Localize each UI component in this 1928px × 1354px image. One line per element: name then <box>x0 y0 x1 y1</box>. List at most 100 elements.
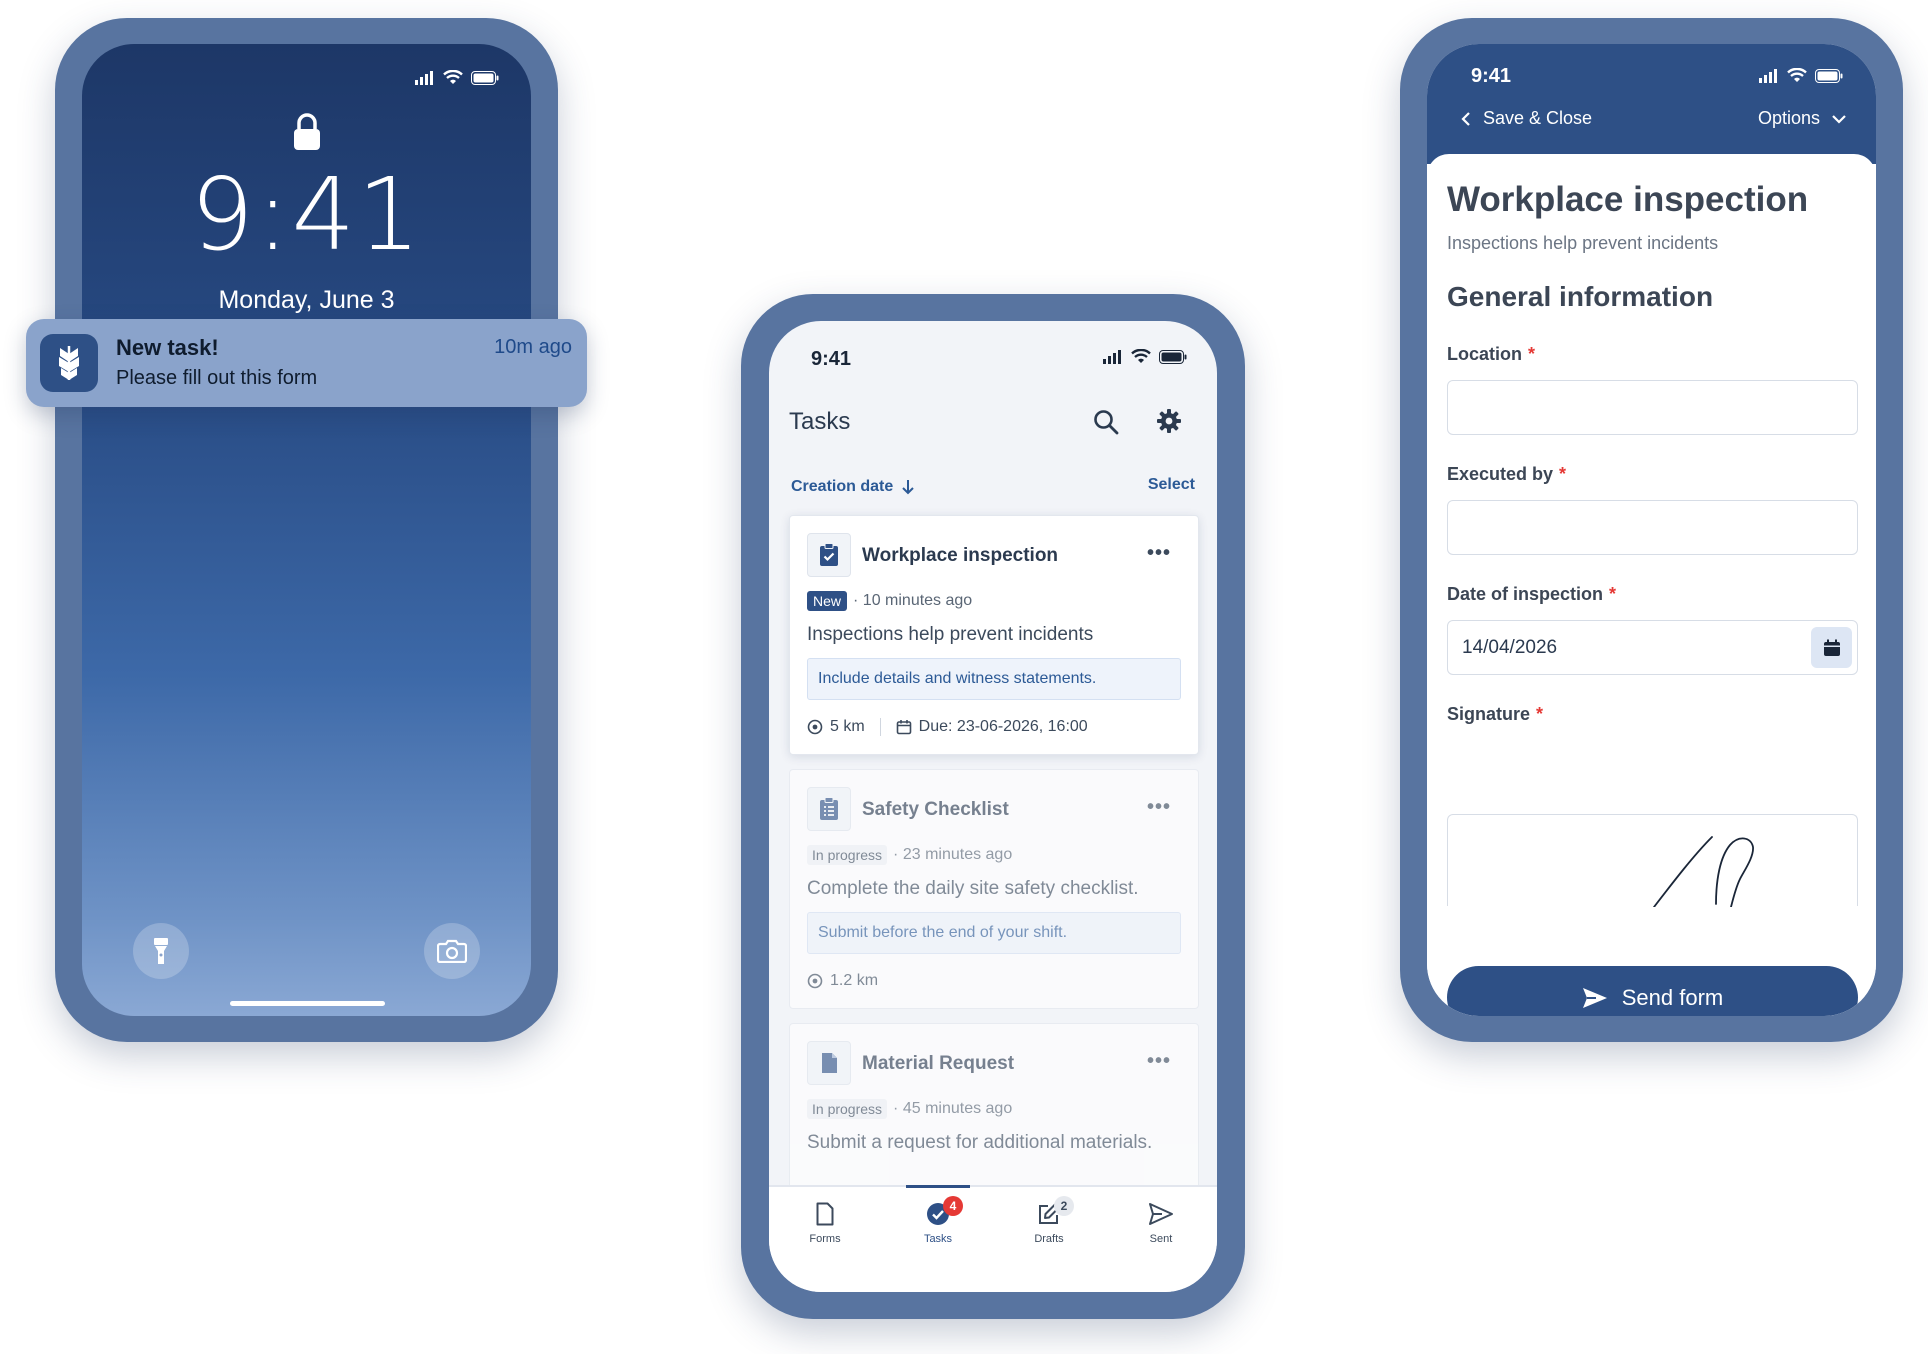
required-marker: * <box>1528 344 1536 364</box>
status-bar <box>1759 68 1843 83</box>
signature-label: Signature * <box>1447 704 1544 724</box>
executed-by-field[interactable] <box>1447 500 1858 555</box>
sort-button[interactable]: Creation date <box>791 478 915 496</box>
flashlight-button[interactable] <box>133 923 189 979</box>
gear-icon[interactable] <box>1156 408 1182 439</box>
lock-date: Monday, June 3 <box>218 286 395 314</box>
task-distance: 1.2 km <box>830 972 879 989</box>
search-icon[interactable] <box>1093 409 1119 440</box>
required-marker: * <box>1559 464 1567 484</box>
chevron-left-icon <box>1461 111 1470 126</box>
task-meta: In progress · 45 minutes ago <box>807 1099 1012 1119</box>
divider <box>879 718 881 736</box>
form-phone: 9:41 Save & Close Options Workplace insp… <box>1400 18 1903 1042</box>
calendar-button[interactable] <box>1811 627 1852 668</box>
wifi-icon <box>443 70 463 84</box>
signal-icon <box>1759 68 1777 83</box>
calendar-icon <box>896 720 911 735</box>
form-header: 9:41 Save & Close Options <box>1427 44 1876 164</box>
date-field[interactable]: 14/04/2026 <box>1447 620 1858 675</box>
executed-by-label: Executed by * <box>1447 464 1567 484</box>
task-meta: New · 10 minutes ago <box>807 591 972 611</box>
arrow-down-icon <box>902 480 914 495</box>
tab-sent[interactable]: Sent <box>1121 1202 1201 1245</box>
task-meta: In progress · 23 minutes ago <box>807 845 1012 865</box>
status-badge: In progress <box>807 1099 888 1119</box>
task-title: Workplace inspection <box>862 545 1059 566</box>
tab-label: Drafts <box>1034 1233 1064 1245</box>
send-form-button[interactable]: Send form <box>1447 966 1858 1016</box>
tab-drafts[interactable]: 2 Drafts <box>1009 1196 1089 1245</box>
checklist-icon <box>807 787 851 831</box>
save-close-label: Save & Close <box>1483 108 1593 128</box>
task-description: Inspections help prevent incidents <box>807 624 1094 645</box>
select-button[interactable]: Select <box>1148 476 1195 494</box>
home-indicator <box>230 1001 385 1006</box>
notification-badge: 2 <box>1054 1196 1074 1216</box>
form-title: Workplace inspection <box>1447 180 1809 219</box>
status-badge: In progress <box>807 845 888 865</box>
options-label: Options <box>1757 108 1820 128</box>
task-card[interactable]: Workplace inspection ••• New · 10 minute… <box>789 515 1199 755</box>
camera-icon <box>437 939 467 963</box>
lock-icon <box>292 112 322 157</box>
bottom-tab-bar: Forms 4 Tasks 2 Drafts Sent <box>769 1185 1217 1292</box>
task-note: Include details and witness statements. <box>807 658 1181 700</box>
app-logo-icon <box>40 334 98 392</box>
notification-body: Please fill out this form <box>116 367 318 389</box>
task-footer: 5 km Due: 23-06-2026, 16:00 <box>807 718 1088 736</box>
tasks-screen: 9:41 Tasks Creation date Select Workplac… <box>769 321 1217 1292</box>
tab-label: Forms <box>809 1233 841 1245</box>
more-options-icon[interactable]: ••• <box>1147 796 1171 819</box>
clipboard-check-icon <box>807 533 851 577</box>
tab-label: Tasks <box>923 1233 953 1245</box>
send-icon <box>1149 1203 1173 1225</box>
location-pin-icon <box>807 719 823 735</box>
signature-pad[interactable] <box>1447 814 1858 908</box>
more-options-icon[interactable]: ••• <box>1147 542 1171 565</box>
document-icon <box>816 1202 834 1226</box>
tab-label: Sent <box>1149 1233 1173 1245</box>
flashlight-icon <box>154 938 168 964</box>
calendar-icon <box>1823 639 1840 656</box>
location-field[interactable] <box>1447 380 1858 435</box>
camera-button[interactable] <box>424 923 480 979</box>
section-heading: General information <box>1447 281 1714 312</box>
notification-time: 10m ago <box>494 336 572 358</box>
task-title: Safety Checklist <box>862 799 1009 820</box>
wifi-icon <box>1131 349 1151 363</box>
tab-forms[interactable]: Forms <box>785 1202 865 1245</box>
document-icon <box>807 1041 851 1085</box>
status-badge: New <box>807 591 848 611</box>
task-footer: 1.2 km <box>807 972 878 990</box>
lock-screen-phone: 9:41 Monday, June 3 <box>55 18 558 1042</box>
notification-banner[interactable]: New task! Please fill out this form 10m … <box>26 319 587 407</box>
required-marker: * <box>1536 704 1544 724</box>
location-pin-icon <box>807 973 823 989</box>
save-close-button[interactable]: Save & Close <box>1461 108 1592 129</box>
date-label: Date of inspection * <box>1447 584 1617 604</box>
send-icon <box>1582 987 1607 1008</box>
status-time: 9:41 <box>811 348 852 370</box>
form-body: Workplace inspection Inspections help pr… <box>1427 154 1876 1016</box>
task-time: · 45 minutes ago <box>893 1100 1013 1117</box>
chevron-down-icon <box>1832 114 1846 124</box>
options-button[interactable]: Options <box>1758 108 1846 129</box>
signal-icon <box>1103 349 1121 364</box>
date-value: 14/04/2026 <box>1462 637 1558 658</box>
sort-label: Creation date <box>791 478 894 495</box>
status-bar <box>1103 349 1187 364</box>
task-time: · 10 minutes ago <box>853 592 973 609</box>
send-form-label: Send form <box>1621 984 1724 1010</box>
task-card[interactable]: Safety Checklist ••• In progress · 23 mi… <box>789 769 1199 1009</box>
task-description: Submit a request for additional material… <box>807 1132 1153 1153</box>
signature-drawing <box>1653 836 1754 908</box>
signal-icon <box>415 70 433 85</box>
task-due: Due: 23-06-2026, 16:00 <box>918 718 1088 735</box>
notification-badge: 4 <box>943 1196 963 1216</box>
more-options-icon[interactable]: ••• <box>1147 1050 1171 1073</box>
tab-tasks[interactable]: 4 Tasks <box>898 1196 978 1245</box>
form-screen: 9:41 Save & Close Options Workplace insp… <box>1427 44 1876 1016</box>
form-subtitle: Inspections help prevent incidents <box>1447 233 1719 253</box>
active-tab-indicator <box>906 1185 970 1188</box>
